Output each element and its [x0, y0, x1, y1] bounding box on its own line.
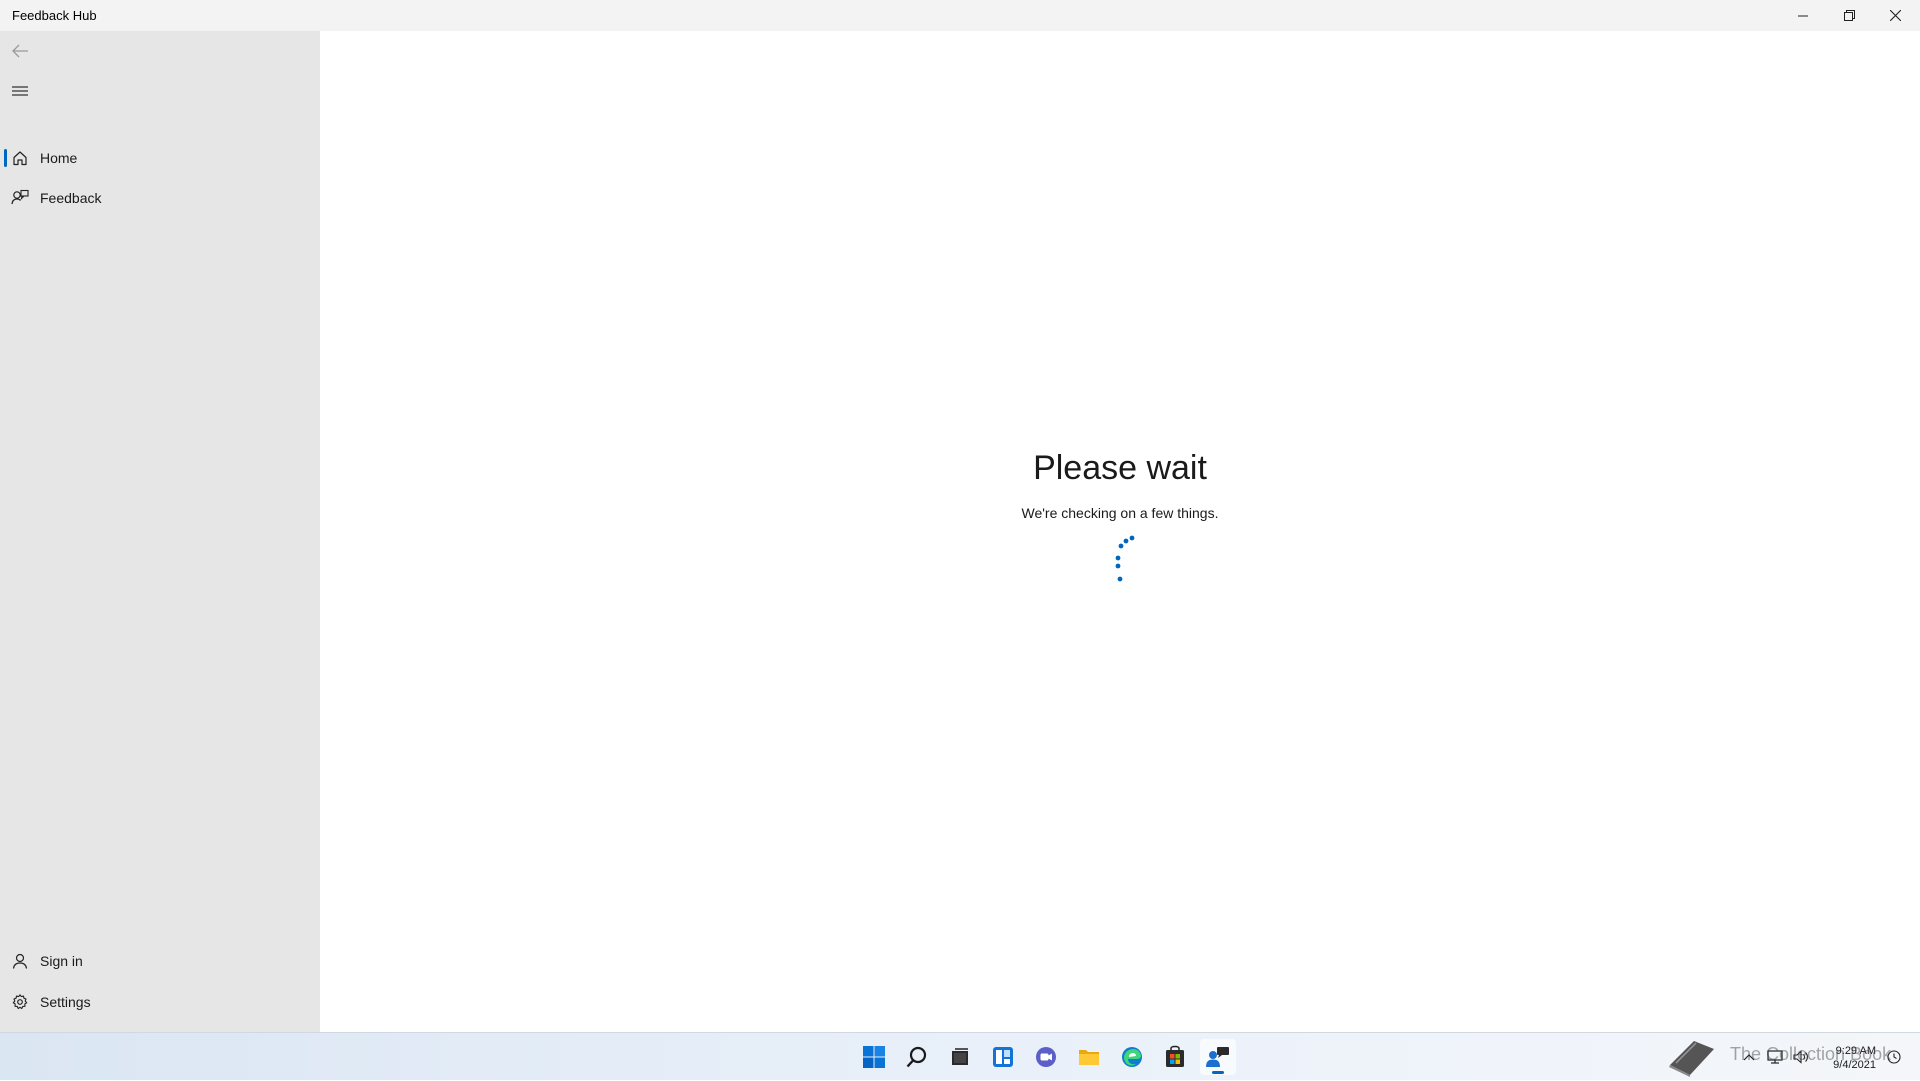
- navigation-pane: Home Feedback Sign in Settings: [0, 31, 320, 1032]
- loading-spinner: [1115, 535, 1135, 582]
- close-icon: [1889, 10, 1901, 21]
- window-title: Feedback Hub: [12, 8, 97, 23]
- book-icon: [1669, 1041, 1714, 1077]
- start-icon[interactable]: [856, 1039, 892, 1075]
- nav-item-label: Home: [40, 150, 78, 166]
- page-title: Please wait: [1033, 449, 1207, 487]
- watermark-text: The Collection Book: [1730, 1044, 1892, 1064]
- chat-icon[interactable]: [1028, 1039, 1064, 1075]
- widgets-icon[interactable]: [985, 1039, 1021, 1075]
- minimize-button[interactable]: [1780, 0, 1826, 31]
- back-button[interactable]: [8, 39, 32, 63]
- taskbar: 9:29 AM 9/4/2021: [0, 1032, 1920, 1080]
- title-bar: Feedback Hub: [0, 0, 1920, 31]
- nav-item-label: Feedback: [40, 190, 102, 206]
- file-explorer-icon[interactable]: [1071, 1039, 1107, 1075]
- edge-icon[interactable]: [1114, 1039, 1150, 1075]
- feedback-hub-icon[interactable]: [1200, 1039, 1236, 1075]
- task-view-icon[interactable]: [942, 1039, 978, 1075]
- nav-item-settings[interactable]: Settings: [0, 984, 320, 1020]
- close-button[interactable]: [1872, 0, 1918, 31]
- restore-button[interactable]: [1826, 0, 1872, 31]
- system-tray: [1664, 1033, 1718, 1081]
- search-icon[interactable]: [899, 1039, 935, 1075]
- person-icon: [8, 949, 32, 973]
- gear-icon: [8, 990, 32, 1014]
- nav-item-label: Sign in: [40, 953, 83, 969]
- main-content: Please wait We're checking on a few thin…: [320, 31, 1920, 1032]
- home-icon: [8, 146, 32, 170]
- nav-item-feedback[interactable]: Feedback: [0, 180, 320, 216]
- feedback-icon: [8, 186, 32, 210]
- nav-item-home[interactable]: Home: [0, 140, 320, 176]
- page-subtitle: We're checking on a few things.: [1021, 505, 1219, 521]
- menu-button[interactable]: [8, 79, 32, 103]
- nav-item-sign-in[interactable]: Sign in: [0, 943, 320, 979]
- restore-icon: [1843, 10, 1855, 21]
- nav-item-label: Settings: [40, 994, 91, 1010]
- hamburger-menu-icon: [12, 86, 28, 96]
- store-icon[interactable]: [1157, 1039, 1193, 1075]
- back-arrow-icon: [12, 44, 28, 58]
- minimize-icon: [1798, 15, 1808, 16]
